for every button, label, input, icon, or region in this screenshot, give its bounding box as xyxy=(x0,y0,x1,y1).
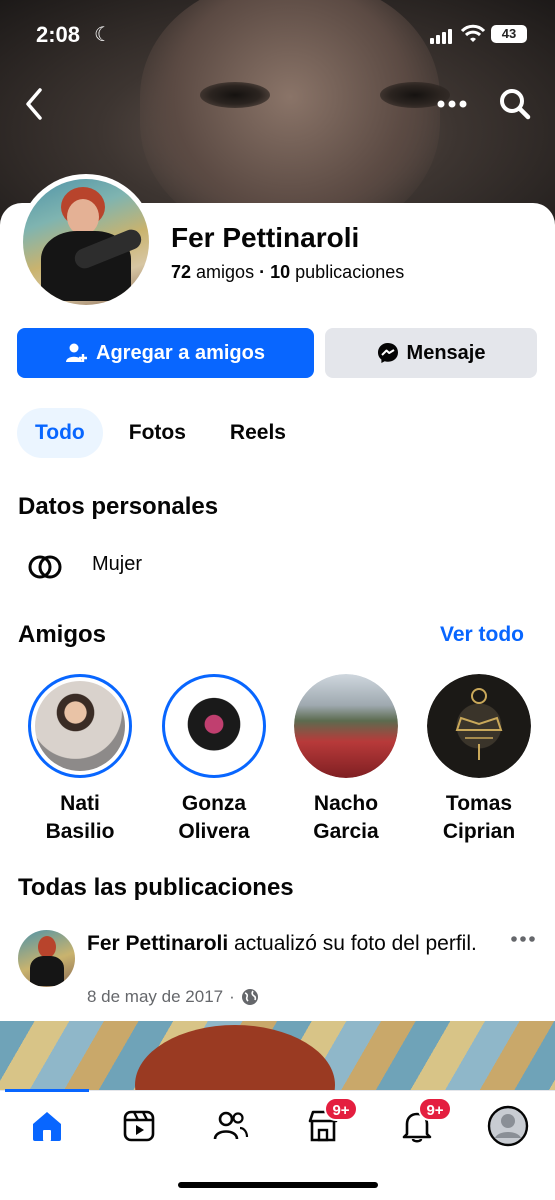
status-bar: 2:08 ☾ 43 xyxy=(0,20,555,50)
post-author-name[interactable]: Fer Pettinaroli xyxy=(87,932,228,955)
gender-value: Mujer xyxy=(92,553,143,575)
friend-first-name: Nacho xyxy=(313,792,379,815)
post-action-text: actualizó su foto del perfil. xyxy=(228,932,477,955)
posts-count: 10 xyxy=(270,262,291,282)
wifi-icon xyxy=(461,24,485,42)
back-arrow-icon[interactable] xyxy=(22,86,46,122)
friend-item[interactable]: Nacho Garcia xyxy=(278,674,414,846)
gender-icon xyxy=(28,555,62,579)
post-options-icon[interactable] xyxy=(510,934,536,944)
cover-eye-left xyxy=(200,82,270,108)
add-friend-button[interactable]: Agregar a amigos xyxy=(17,328,314,378)
post-meta: 8 de may de 2017 · xyxy=(87,987,259,1007)
globe-icon xyxy=(241,989,258,1005)
friend-avatar xyxy=(28,674,132,778)
message-button[interactable]: Mensaje xyxy=(325,328,537,378)
friend-avatar xyxy=(427,674,531,778)
posts-word: publicaciones xyxy=(295,262,405,282)
friend-last-name: Olivera xyxy=(178,820,250,843)
friend-first-name: Nati xyxy=(60,792,100,815)
add-friend-label: Agregar a amigos xyxy=(96,341,265,364)
post-author-avatar[interactable] xyxy=(18,930,75,987)
see-all-friends-link[interactable]: Ver todo xyxy=(440,623,524,647)
profile-stats: 72 amigos · 10 publicaciones xyxy=(171,262,404,283)
friend-last-name: Basilio xyxy=(45,820,115,843)
stats-separator: · xyxy=(259,262,266,282)
tab-fotos[interactable]: Fotos xyxy=(111,408,204,458)
more-options-icon[interactable] xyxy=(436,94,468,114)
post-date[interactable]: 8 de may de 2017 xyxy=(87,987,223,1007)
message-label: Mensaje xyxy=(406,341,486,364)
cellular-signal-icon xyxy=(430,28,452,44)
tattoo-logo-graphic xyxy=(455,688,503,760)
post-photo[interactable] xyxy=(0,1021,555,1091)
post-meta-separator: · xyxy=(229,987,235,1006)
profile-avatar[interactable] xyxy=(18,174,154,310)
profile-menu-icon[interactable] xyxy=(487,1105,529,1147)
notifications-tab[interactable]: 9+ xyxy=(400,1097,452,1148)
home-icon[interactable] xyxy=(30,1109,64,1143)
reels-icon[interactable] xyxy=(122,1109,156,1143)
friend-first-name: Tomas xyxy=(445,792,513,815)
friend-last-name: Ciprian xyxy=(442,820,516,843)
friend-avatar xyxy=(162,674,266,778)
post-text: Fer Pettinaroli actualizó su foto del pe… xyxy=(87,930,487,958)
friends-heading: Amigos xyxy=(18,621,107,648)
friend-first-name: Gonza xyxy=(181,792,247,815)
personal-data-heading: Datos personales xyxy=(18,493,219,520)
friend-item[interactable]: Gonza Olivera xyxy=(146,674,282,846)
friend-last-name: Garcia xyxy=(313,820,379,843)
friends-count: 72 xyxy=(171,262,192,282)
marketplace-badge: 9+ xyxy=(324,1097,358,1121)
friends-word: amigos xyxy=(196,262,255,282)
friend-item[interactable]: Nati Basilio xyxy=(12,674,148,846)
active-tab-indicator xyxy=(5,1089,89,1092)
status-time: 2:08 xyxy=(36,22,81,47)
search-icon[interactable] xyxy=(498,86,532,122)
notifications-badge: 9+ xyxy=(418,1097,452,1121)
friend-avatar xyxy=(294,674,398,778)
messenger-icon xyxy=(377,343,398,363)
home-indicator xyxy=(178,1182,378,1188)
profile-name: Fer Pettinaroli xyxy=(171,222,360,253)
all-posts-heading: Todas las publicaciones xyxy=(18,874,294,901)
tab-todo[interactable]: Todo xyxy=(17,408,103,458)
friend-item[interactable]: Tomas Ciprian xyxy=(411,674,547,846)
friends-icon[interactable] xyxy=(213,1109,249,1143)
marketplace-tab[interactable]: 9+ xyxy=(306,1097,358,1148)
moon-icon: ☾ xyxy=(94,24,112,46)
tab-reels[interactable]: Reels xyxy=(212,408,304,458)
add-person-icon xyxy=(66,343,88,362)
profile-tabs: Todo Fotos Reels xyxy=(17,408,304,458)
battery-indicator: 43 xyxy=(491,25,527,43)
